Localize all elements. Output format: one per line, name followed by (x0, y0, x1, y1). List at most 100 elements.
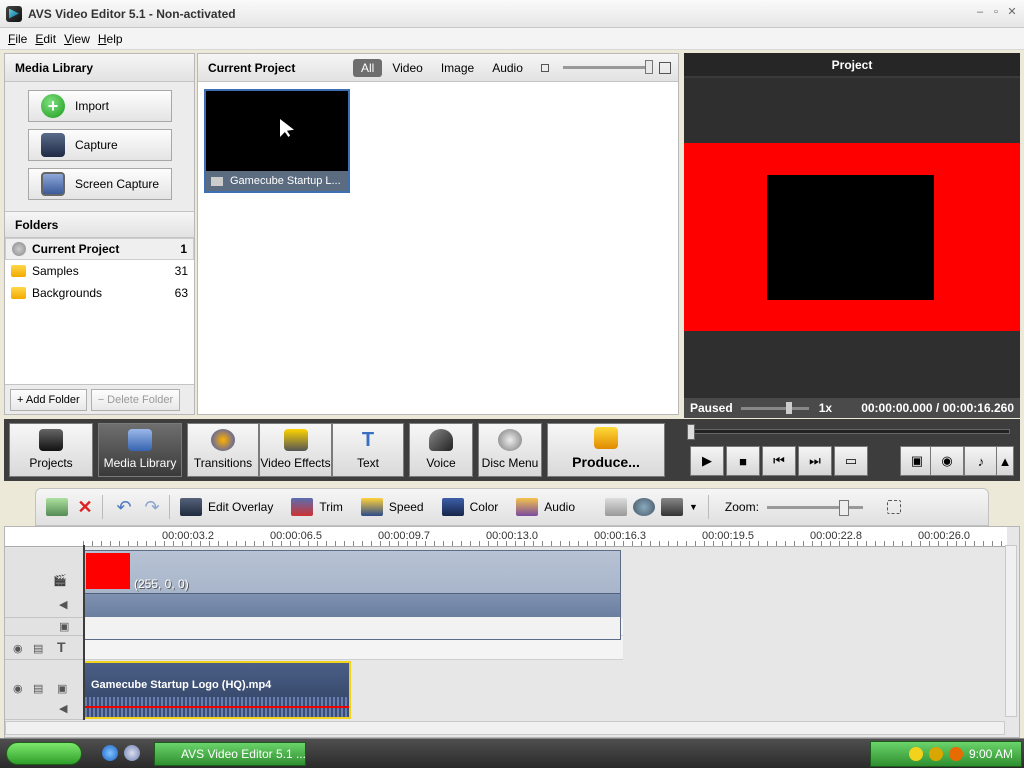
menu-help[interactable]: Help (94, 32, 127, 46)
aspect-ratio-icon[interactable] (661, 498, 683, 516)
filter-audio[interactable]: Audio (484, 59, 531, 77)
thumb-large-icon[interactable] (658, 61, 671, 74)
maximize-icon[interactable]: ▫ (990, 6, 1002, 18)
folder-samples[interactable]: Samples 31 (5, 260, 194, 282)
quick-launch-icon[interactable] (124, 745, 140, 761)
taskbar: AVS Video Editor 5.1 ... 9:00 AM (0, 738, 1024, 768)
import-button[interactable]: Import (28, 90, 172, 122)
start-button[interactable] (6, 742, 82, 765)
network-icon[interactable] (928, 747, 943, 761)
produce-button[interactable]: Produce... (547, 423, 665, 477)
play-button[interactable]: ▶ (690, 446, 724, 476)
chevron-down-icon[interactable]: ▼ (689, 502, 698, 512)
thumb-small-icon[interactable] (540, 63, 549, 72)
delete-folder-button[interactable]: − Delete Folder (90, 388, 181, 411)
screen-capture-button[interactable]: Screen Capture (28, 168, 172, 200)
mute-icon[interactable]: ◀ (59, 598, 67, 611)
voice-button[interactable]: Voice (409, 423, 473, 477)
overlay-video-clip[interactable]: Gamecube Startup Logo (HQ).mp4 (83, 661, 351, 719)
folder-count: 63 (174, 286, 188, 300)
text-button[interactable]: T Text (332, 423, 404, 477)
slider-thumb[interactable] (644, 60, 653, 74)
speed-label: Speed (388, 500, 424, 514)
trim-button[interactable]: Trim (291, 498, 343, 516)
preview-settings-button[interactable]: ▣ (900, 446, 934, 476)
transitions-button[interactable]: Transitions (187, 423, 259, 477)
add-folder-label: Add Folder (25, 393, 80, 406)
timeline-zoom-slider[interactable] (766, 499, 863, 516)
next-frame-button[interactable]: ⏭ (798, 446, 832, 476)
visibility-eye-icon[interactable]: ◉ (13, 682, 23, 695)
trim-label: Trim (319, 500, 343, 514)
menu-file[interactable]: File (4, 32, 31, 46)
lock-icon[interactable]: ▤ (33, 642, 43, 655)
delete-icon[interactable]: ✕ (74, 498, 96, 516)
close-icon[interactable]: ✕ (1006, 6, 1018, 18)
filter-video[interactable]: Video (384, 59, 430, 77)
projects-button[interactable]: Projects (9, 423, 93, 477)
media-library-button[interactable]: Media Library (98, 423, 182, 477)
storyboard-toggle-icon[interactable] (46, 498, 68, 516)
filter-image[interactable]: Image (433, 59, 482, 77)
thumbnail-name: Gamecube Startup L... (230, 175, 341, 187)
capture-button[interactable]: Capture (28, 129, 172, 161)
color-clip[interactable]: (255, 0, 0) (83, 550, 621, 640)
volume-line[interactable] (85, 706, 349, 708)
folder-backgrounds[interactable]: Backgrounds 63 (5, 282, 194, 304)
folder-current-project[interactable]: Current Project 1 (5, 238, 194, 260)
color-clip-thumbnail (86, 553, 130, 589)
lock-icon[interactable]: ▤ (33, 682, 43, 695)
timeline: 00:00:03.2 00:00:06.5 00:00:09.7 00:00:1… (4, 526, 1020, 738)
playback-speed: 1x (818, 401, 833, 415)
undo-icon[interactable]: ↶ (113, 498, 135, 516)
split-icon[interactable] (605, 498, 627, 516)
search-tray-icon[interactable] (948, 747, 963, 761)
record-voice-icon[interactable] (633, 498, 655, 516)
internet-explorer-icon[interactable] (102, 745, 118, 761)
color-button[interactable]: Color (441, 498, 498, 516)
menu-view[interactable]: View (60, 32, 94, 46)
redo-icon[interactable]: ↷ (141, 498, 163, 516)
fullscreen-preview-button[interactable]: ▭ (834, 446, 868, 476)
volume-menu-button[interactable]: ▲ (996, 446, 1014, 476)
playback-speed-slider[interactable] (740, 401, 809, 414)
toolbar-separator (169, 495, 170, 519)
taskbar-app-button[interactable]: AVS Video Editor 5.1 ... (154, 742, 306, 766)
video-effects-icon (283, 429, 308, 451)
toolbar-separator (102, 495, 103, 519)
menu-edit[interactable]: Edit (31, 32, 60, 46)
minimize-icon[interactable]: – (974, 6, 986, 18)
produce-icon (594, 427, 618, 449)
timeline-vertical-scrollbar[interactable] (1005, 545, 1017, 717)
effects-track-icon: ▣ (59, 621, 70, 633)
security-shield-icon[interactable] (908, 747, 923, 761)
timeline-ruler[interactable]: 00:00:03.2 00:00:06.5 00:00:09.7 00:00:1… (5, 527, 1007, 547)
video-effects-button[interactable]: Video Effects (259, 423, 332, 477)
speed-button[interactable]: Speed (360, 498, 424, 516)
visibility-eye-icon[interactable]: ◉ (13, 642, 23, 655)
time-current: 00:00:00.000 (861, 401, 933, 415)
edit-overlay-button[interactable]: Edit Overlay (180, 498, 273, 516)
fit-to-window-icon[interactable] (886, 500, 901, 514)
folders-title: Folders (5, 212, 194, 238)
video-track-header: 🎬 ◀ (5, 548, 83, 618)
toolbar-separator (707, 495, 709, 519)
audio-button[interactable]: Audio (516, 498, 575, 516)
playhead[interactable] (83, 545, 85, 720)
system-tray: 9:00 AM (870, 741, 1022, 767)
snapshot-button[interactable]: ◉ (930, 446, 964, 476)
add-folder-button[interactable]: + Add Folder (10, 388, 87, 411)
seek-thumb[interactable] (687, 424, 695, 440)
voice-label: Voice (426, 456, 456, 470)
thumbnail-size-slider[interactable] (562, 60, 653, 74)
timeline-horizontal-scrollbar[interactable] (5, 721, 1005, 735)
previous-frame-button[interactable]: ⏮ (762, 446, 796, 476)
screen-capture-icon (41, 172, 65, 196)
media-thumbnail[interactable]: Gamecube Startup L... (204, 89, 350, 193)
stop-button[interactable]: ■ (726, 446, 760, 476)
volume-button[interactable]: ♪ (964, 446, 998, 476)
disc-menu-button[interactable]: Disc Menu (478, 423, 542, 477)
mute-icon[interactable]: ◀ (59, 702, 67, 715)
seek-bar[interactable] (687, 424, 1010, 440)
filter-all[interactable]: All (353, 58, 383, 77)
